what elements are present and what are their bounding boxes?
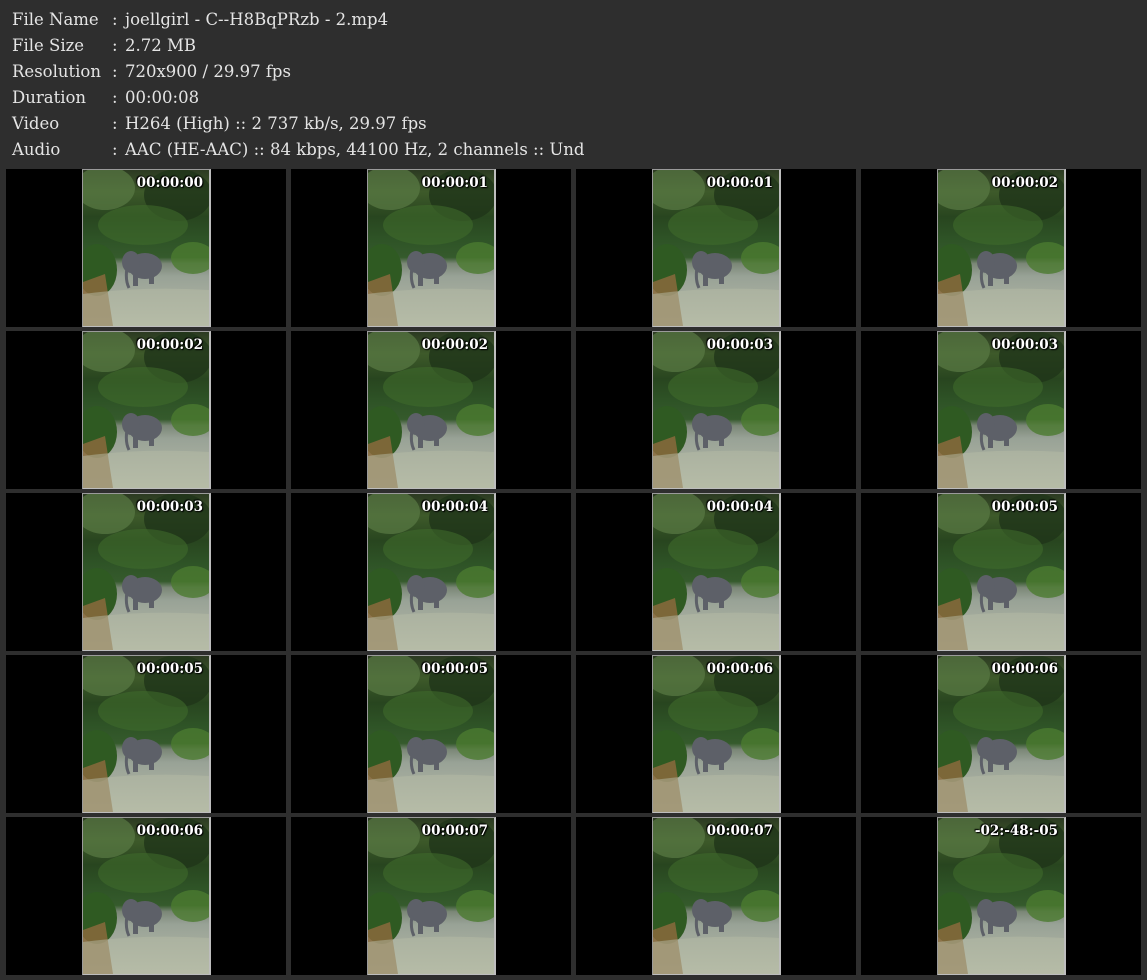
thumbnail-cell: 00:00:04 <box>291 493 571 651</box>
thumbnail-cell: 00:00:07 <box>576 817 856 975</box>
video-frame-thumbnail: -02:-48:-05 <box>937 817 1066 975</box>
frame-timestamp: 00:00:03 <box>991 337 1058 353</box>
video-frame-thumbnail: 00:00:06 <box>937 655 1066 813</box>
frame-timestamp: 00:00:07 <box>706 823 773 839</box>
frame-timestamp: 00:00:05 <box>421 661 488 677</box>
info-separator: : <box>112 88 118 107</box>
frame-timestamp: 00:00:00 <box>136 175 203 191</box>
video-frame-thumbnail: 00:00:04 <box>652 493 781 651</box>
frame-timestamp: 00:00:06 <box>136 823 203 839</box>
info-separator: : <box>112 62 118 81</box>
info-label: Resolution <box>12 62 101 81</box>
video-frame-thumbnail: 00:00:06 <box>82 817 211 975</box>
info-label: Video <box>12 114 60 133</box>
info-value: 720x900 / 29.97 fps <box>125 62 291 81</box>
info-row-duration: Duration : 00:00:08 <box>12 85 585 111</box>
frame-timestamp: 00:00:04 <box>421 499 488 515</box>
frame-timestamp: -02:-48:-05 <box>974 823 1058 839</box>
info-row-resolution: Resolution : 720x900 / 29.97 fps <box>12 59 585 85</box>
info-value: joellgirl - C--H8BqPRzb - 2.mp4 <box>125 10 389 29</box>
video-frame-thumbnail: 00:00:06 <box>652 655 781 813</box>
thumbnail-cell: 00:00:03 <box>861 331 1141 489</box>
frame-timestamp: 00:00:02 <box>421 337 488 353</box>
thumbnail-cell: 00:00:06 <box>576 655 856 813</box>
video-frame-thumbnail: 00:00:07 <box>367 817 496 975</box>
frame-timestamp: 00:00:03 <box>706 337 773 353</box>
frame-timestamp: 00:00:04 <box>706 499 773 515</box>
info-row-audio: Audio : AAC (HE-AAC) :: 84 kbps, 44100 H… <box>12 137 585 163</box>
video-frame-thumbnail: 00:00:05 <box>82 655 211 813</box>
thumbnail-cell: 00:00:07 <box>291 817 571 975</box>
frame-timestamp: 00:00:05 <box>991 499 1058 515</box>
thumbnail-cell: -02:-48:-05 <box>861 817 1141 975</box>
info-value: 2.72 MB <box>125 36 197 55</box>
thumbnail-cell: 00:00:05 <box>291 655 571 813</box>
frame-timestamp: 00:00:06 <box>706 661 773 677</box>
thumbnail-cell: 00:00:01 <box>576 169 856 327</box>
frame-timestamp: 00:00:07 <box>421 823 488 839</box>
video-frame-thumbnail: 00:00:05 <box>367 655 496 813</box>
frame-timestamp: 00:00:05 <box>136 661 203 677</box>
thumbnail-cell: 00:00:01 <box>291 169 571 327</box>
video-frame-thumbnail: 00:00:01 <box>367 169 496 327</box>
info-separator: : <box>112 114 118 133</box>
info-label: Audio <box>12 140 61 159</box>
frame-timestamp: 00:00:06 <box>991 661 1058 677</box>
video-frame-thumbnail: 00:00:03 <box>937 331 1066 489</box>
thumbnail-cell: 00:00:04 <box>576 493 856 651</box>
frame-timestamp: 00:00:03 <box>136 499 203 515</box>
frame-timestamp: 00:00:01 <box>421 175 488 191</box>
info-value: AAC (HE-AAC) :: 84 kbps, 44100 Hz, 2 cha… <box>125 140 585 159</box>
info-separator: : <box>112 36 118 55</box>
info-label: File Size <box>12 36 85 55</box>
frame-timestamp: 00:00:02 <box>136 337 203 353</box>
thumbnail-cell: 00:00:02 <box>861 169 1141 327</box>
info-row-file-name: File Name : joellgirl - C--H8BqPRzb - 2.… <box>12 7 585 33</box>
info-label: Duration <box>12 88 87 107</box>
video-frame-thumbnail: 00:00:04 <box>367 493 496 651</box>
video-frame-thumbnail: 00:00:03 <box>82 493 211 651</box>
info-row-video: Video : H264 (High) :: 2 737 kb/s, 29.97… <box>12 111 585 137</box>
info-label: File Name <box>12 10 99 29</box>
info-separator: : <box>112 10 118 29</box>
info-row-file-size: File Size : 2.72 MB <box>12 33 585 59</box>
info-value: H264 (High) :: 2 737 kb/s, 29.97 fps <box>125 114 427 133</box>
frame-timestamp: 00:00:01 <box>706 175 773 191</box>
frame-timestamp: 00:00:02 <box>991 175 1058 191</box>
video-frame-thumbnail: 00:00:03 <box>652 331 781 489</box>
thumbnail-cell: 00:00:00 <box>6 169 286 327</box>
video-frame-thumbnail: 00:00:02 <box>937 169 1066 327</box>
thumbnail-cell: 00:00:02 <box>291 331 571 489</box>
media-info-panel: File Name : joellgirl - C--H8BqPRzb - 2.… <box>12 7 585 163</box>
thumbnail-cell: 00:00:05 <box>6 655 286 813</box>
video-frame-thumbnail: 00:00:01 <box>652 169 781 327</box>
info-value: 00:00:08 <box>125 88 200 107</box>
thumbnail-cell: 00:00:06 <box>861 655 1141 813</box>
video-frame-thumbnail: 00:00:05 <box>937 493 1066 651</box>
info-separator: : <box>112 140 118 159</box>
video-frame-thumbnail: 00:00:00 <box>82 169 211 327</box>
thumbnail-cell: 00:00:02 <box>6 331 286 489</box>
video-frame-thumbnail: 00:00:07 <box>652 817 781 975</box>
video-frame-thumbnail: 00:00:02 <box>367 331 496 489</box>
thumbnail-cell: 00:00:06 <box>6 817 286 975</box>
thumbnail-cell: 00:00:03 <box>6 493 286 651</box>
video-frame-thumbnail: 00:00:02 <box>82 331 211 489</box>
thumbnail-cell: 00:00:03 <box>576 331 856 489</box>
thumbnail-cell: 00:00:05 <box>861 493 1141 651</box>
thumbnail-grid: 00:00:00 00:00:01 00:00:01 00:00:02 00:00:02… <box>6 169 1141 975</box>
